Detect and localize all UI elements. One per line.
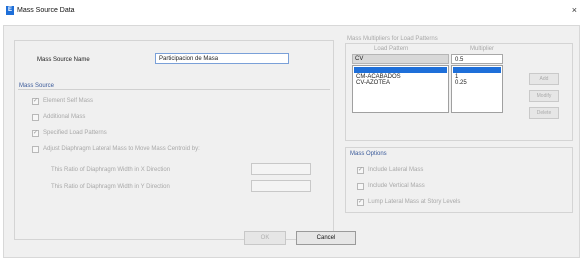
adjust-diaphragm-checkbox[interactable] (32, 146, 39, 153)
list-item[interactable]: 0.25 (453, 80, 501, 86)
specified-load-patterns-checkbox[interactable]: ✓ (32, 130, 39, 137)
multipliers-title: Mass Multipliers for Load Patterns (347, 36, 438, 42)
checkmark-icon: ✓ (358, 199, 364, 205)
load-pattern-list[interactable]: CM-ACABADOS CV-AZOTEA (352, 65, 449, 113)
additional-mass-label: Additional Mass (43, 114, 86, 120)
cancel-button[interactable]: Cancel (296, 231, 356, 245)
adjust-diaphragm-label: Adjust Diaphragm Lateral Mass to Move Ma… (43, 146, 200, 152)
delete-button[interactable]: Delete (529, 107, 559, 119)
include-vertical-mass-checkbox[interactable] (357, 183, 364, 190)
include-lateral-mass-label: Include Lateral Mass (368, 167, 424, 173)
list-item[interactable] (453, 67, 501, 73)
lump-lateral-mass-checkbox[interactable]: ✓ (357, 199, 364, 206)
app-icon: E (6, 6, 14, 15)
include-vertical-mass-label: Include Vertical Mass (368, 183, 425, 189)
list-item[interactable] (354, 67, 447, 73)
dialog-body: Mass Source Name Participacion de Masa M… (3, 25, 580, 258)
list-item[interactable]: CV-AZOTEA (354, 80, 447, 86)
multipliers-panel: Load Pattern Multiplier CV 0.5 CM-ACABAD… (345, 43, 573, 141)
window-title: Mass Source Data (17, 7, 75, 14)
multiplier-list[interactable]: 1 0.25 (451, 65, 503, 113)
load-pattern-combo-value: CV (355, 56, 364, 62)
ok-button[interactable]: OK (244, 231, 286, 245)
mass-source-name-label: Mass Source Name (37, 57, 90, 63)
include-lateral-mass-checkbox[interactable]: ✓ (357, 167, 364, 174)
lump-lateral-mass-label: Lump Lateral Mass at Story Levels (368, 199, 461, 205)
left-panel: Mass Source Name Participacion de Masa M… (14, 40, 334, 240)
multiplier-input[interactable]: 0.5 (451, 54, 503, 64)
modify-button[interactable]: Modify (529, 90, 559, 102)
load-pattern-column-header: Load Pattern (374, 46, 409, 52)
load-pattern-combo[interactable]: CV (352, 54, 449, 64)
mass-options-title: Mass Options (350, 151, 387, 157)
element-self-mass-label: Element Self Mass (43, 98, 94, 104)
checkmark-icon: ✓ (358, 167, 364, 173)
checkmark-icon: ✓ (33, 98, 39, 104)
close-icon[interactable]: × (572, 5, 577, 15)
ratio-y-label: This Ratio of Diaphragm Width in Y Direc… (51, 184, 170, 190)
element-self-mass-checkbox[interactable]: ✓ (32, 98, 39, 105)
mass-source-name-input[interactable]: Participacion de Masa (155, 53, 289, 64)
checkmark-icon: ✓ (33, 130, 39, 136)
ratio-x-input[interactable] (251, 163, 311, 175)
ratio-y-input[interactable] (251, 180, 311, 192)
additional-mass-checkbox[interactable] (32, 114, 39, 121)
title-bar: E Mass Source Data × (0, 0, 583, 22)
add-button[interactable]: Add (529, 73, 559, 85)
ratio-x-label: This Ratio of Diaphragm Width in X Direc… (51, 167, 171, 173)
multiplier-column-header: Multiplier (470, 46, 495, 52)
mass-options-panel: Mass Options ✓ Include Lateral Mass Incl… (345, 147, 573, 213)
specified-load-patterns-label: Specified Load Patterns (43, 130, 107, 136)
